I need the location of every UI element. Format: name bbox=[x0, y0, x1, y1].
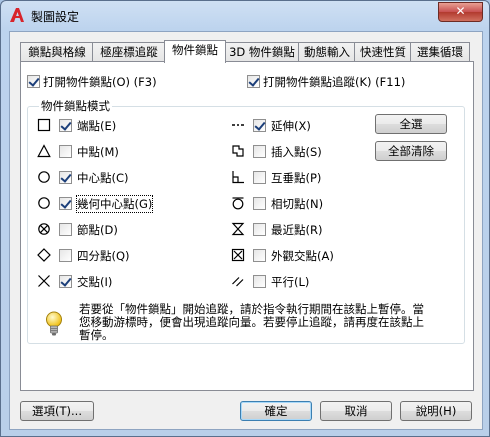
snap-on-checkbox[interactable] bbox=[27, 75, 40, 88]
apparent-intersection-checkbox[interactable] bbox=[253, 249, 266, 262]
insertion-label[interactable]: 插入點(S) bbox=[271, 144, 322, 160]
select-all-button[interactable]: 全選 bbox=[375, 114, 447, 134]
midpoint-triangle-icon bbox=[37, 144, 51, 158]
perpendicular-icon bbox=[232, 171, 244, 184]
tab-3d-object-snap[interactable]: 3D 物件鎖點 bbox=[224, 42, 300, 62]
tab-snap-grid[interactable]: 鎖點與格線 bbox=[20, 42, 94, 62]
options-button[interactable]: 選項(T)... bbox=[20, 401, 94, 421]
snap-modes-group-title: 物件鎖點模式 bbox=[39, 98, 112, 114]
snap-on-label[interactable]: 打開物件鎖點(O) (F3) bbox=[43, 74, 157, 90]
lightbulb-icon bbox=[46, 311, 62, 336]
nearest-checkbox[interactable] bbox=[253, 223, 266, 236]
midpoint-label[interactable]: 中點(M) bbox=[77, 144, 119, 160]
quadrant-label[interactable]: 四分點(Q) bbox=[77, 248, 130, 264]
dialog-window: 製圖設定 ✕ 鎖點與格線 極座標追蹤 物件鎖點 3D 物件鎖點 動態輸入 快速性… bbox=[0, 0, 490, 437]
cancel-button[interactable]: 取消 bbox=[320, 401, 392, 421]
parallel-label[interactable]: 平行(L) bbox=[271, 274, 309, 290]
extension-icon bbox=[232, 124, 244, 126]
tab-polar-tracking[interactable]: 極座標追蹤 bbox=[92, 42, 166, 62]
center-label[interactable]: 中心點(C) bbox=[77, 170, 129, 186]
tab-selection-cycling[interactable]: 選集循環 bbox=[410, 42, 470, 62]
tangent-icon bbox=[232, 197, 244, 210]
node-checkbox[interactable] bbox=[59, 223, 72, 236]
parallel-checkbox[interactable] bbox=[253, 275, 266, 288]
geometric-center-label[interactable]: 幾何中心點(G) bbox=[75, 195, 154, 213]
node-label[interactable]: 節點(D) bbox=[77, 222, 118, 238]
quadrant-diamond-icon bbox=[37, 248, 51, 262]
extension-checkbox[interactable] bbox=[253, 119, 266, 132]
object-snap-panel: 打開物件鎖點(O) (F3) 打開物件鎖點追蹤(K) (F11) 物件鎖點模式 … bbox=[20, 61, 474, 391]
insertion-checkbox[interactable] bbox=[253, 145, 266, 158]
title-bar[interactable]: 製圖設定 ✕ bbox=[1, 1, 489, 31]
perpendicular-label[interactable]: 互垂點(P) bbox=[271, 170, 321, 186]
tangent-checkbox[interactable] bbox=[253, 197, 266, 210]
center-circle-icon bbox=[38, 171, 50, 183]
midpoint-checkbox[interactable] bbox=[59, 145, 72, 158]
intersection-label[interactable]: 交點(I) bbox=[77, 274, 112, 290]
apparent-intersection-icon bbox=[231, 248, 245, 262]
close-button[interactable]: ✕ bbox=[438, 2, 483, 22]
quadrant-checkbox[interactable] bbox=[59, 249, 72, 262]
tracking-on-label[interactable]: 打開物件鎖點追蹤(K) (F11) bbox=[263, 74, 405, 90]
endpoint-checkbox[interactable] bbox=[59, 119, 72, 132]
insertion-icon bbox=[232, 145, 244, 157]
geometric-center-icon bbox=[38, 197, 50, 209]
tab-dynamic-input[interactable]: 動態輸入 bbox=[298, 42, 356, 62]
tangent-label[interactable]: 相切點(N) bbox=[271, 196, 323, 212]
endpoint-label[interactable]: 端點(E) bbox=[77, 118, 116, 134]
center-checkbox[interactable] bbox=[59, 171, 72, 184]
apparent-intersection-label[interactable]: 外觀交點(A) bbox=[271, 248, 334, 264]
node-icon bbox=[38, 223, 50, 235]
tracking-on-checkbox[interactable] bbox=[247, 75, 260, 88]
autocad-logo-icon bbox=[10, 8, 24, 22]
extension-label[interactable]: 延伸(X) bbox=[271, 118, 311, 134]
tab-object-snap[interactable]: 物件鎖點 bbox=[164, 40, 226, 63]
perpendicular-checkbox[interactable] bbox=[253, 171, 266, 184]
ok-button[interactable]: 確定 bbox=[240, 401, 312, 421]
intersection-checkbox[interactable] bbox=[59, 275, 72, 288]
dialog-body: 鎖點與格線 極座標追蹤 物件鎖點 3D 物件鎖點 動態輸入 快速性質 選集循環 … bbox=[9, 31, 483, 430]
intersection-x-icon bbox=[38, 275, 50, 287]
parallel-icon bbox=[232, 277, 244, 287]
nearest-label[interactable]: 最近點(R) bbox=[271, 222, 322, 238]
window-title: 製圖設定 bbox=[31, 10, 80, 24]
clear-all-button[interactable]: 全部清除 bbox=[375, 141, 447, 161]
nearest-hourglass-icon bbox=[231, 222, 245, 236]
tracking-hint-text: 若要從「物件鎖點」開始追蹤，請於指令執行期間在該點上暫停。當您移動游標時，便會出… bbox=[79, 302, 424, 342]
help-button[interactable]: 說明(H) bbox=[400, 401, 472, 421]
tab-quick-properties[interactable]: 快速性質 bbox=[354, 42, 412, 62]
geometric-center-checkbox[interactable] bbox=[59, 197, 72, 210]
close-icon: ✕ bbox=[455, 4, 466, 18]
endpoint-square-icon bbox=[37, 118, 51, 132]
